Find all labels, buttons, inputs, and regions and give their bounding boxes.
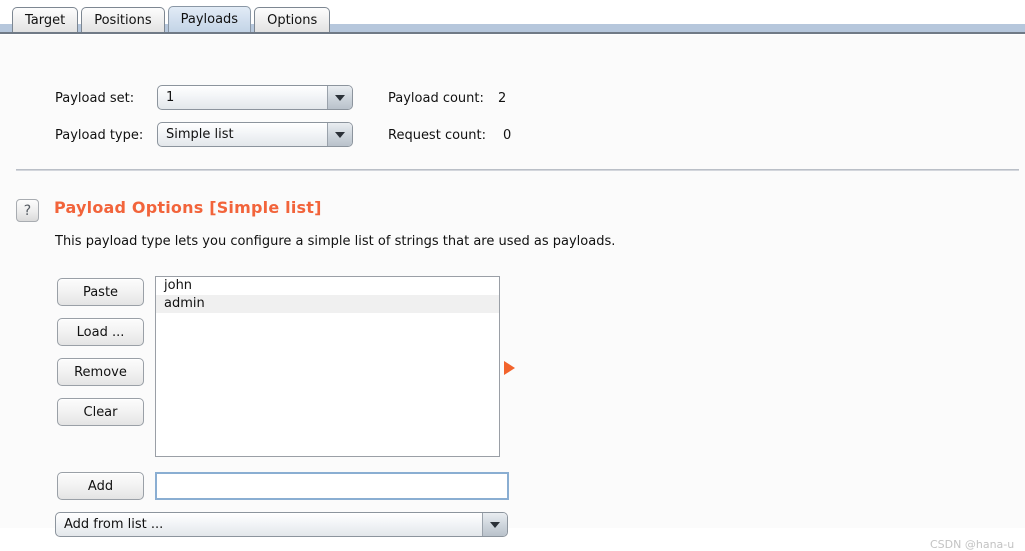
add-from-list-selected-value: Add from list ... <box>64 517 164 532</box>
section-divider <box>16 169 1019 171</box>
list-item[interactable]: john <box>156 277 499 295</box>
payload-options-description: This payload type lets you configure a s… <box>55 234 616 249</box>
list-item[interactable]: admin <box>156 295 499 313</box>
watermark-text: CSDN @hana-u <box>930 538 1015 551</box>
payload-type-label: Payload type: <box>55 128 144 143</box>
payload-type-selected-value: Simple list <box>166 127 234 142</box>
add-payload-input[interactable] <box>155 472 509 500</box>
payload-count-value: 2 <box>498 91 507 106</box>
add-from-list-dropdown[interactable]: Add from list ... <box>55 512 508 537</box>
payload-type-dropdown[interactable]: Simple list <box>157 122 353 147</box>
chevron-down-icon[interactable] <box>327 123 352 146</box>
question-mark-icon[interactable]: ? <box>16 199 39 222</box>
payload-set-label: Payload set: <box>55 91 135 106</box>
load-button[interactable]: Load ... <box>57 318 144 346</box>
request-count-label: Request count: <box>388 128 486 143</box>
tab-positions[interactable]: Positions <box>81 7 165 32</box>
tab-list: Target Positions Payloads Options <box>12 0 333 32</box>
tab-target[interactable]: Target <box>12 7 79 32</box>
payload-set-selected-value: 1 <box>166 90 175 105</box>
add-button[interactable]: Add <box>57 472 144 500</box>
remove-button[interactable]: Remove <box>57 358 144 386</box>
clear-button[interactable]: Clear <box>57 398 144 426</box>
play-triangle-icon <box>504 361 515 375</box>
tab-options[interactable]: Options <box>254 7 331 32</box>
payloads-panel: Payload set: Payload type: Payload count… <box>0 35 1025 551</box>
payload-list[interactable]: john admin <box>155 276 500 457</box>
payload-count-label: Payload count: <box>388 91 484 106</box>
payload-set-dropdown[interactable]: 1 <box>157 85 353 110</box>
request-count-value: 0 <box>503 128 512 143</box>
paste-button[interactable]: Paste <box>57 278 144 306</box>
chevron-down-icon[interactable] <box>482 513 507 536</box>
tab-payloads[interactable]: Payloads <box>167 6 252 32</box>
chevron-down-icon[interactable] <box>327 86 352 109</box>
payload-options-heading: Payload Options [Simple list] <box>54 198 322 217</box>
tab-strip: Target Positions Payloads Options <box>0 0 1025 32</box>
